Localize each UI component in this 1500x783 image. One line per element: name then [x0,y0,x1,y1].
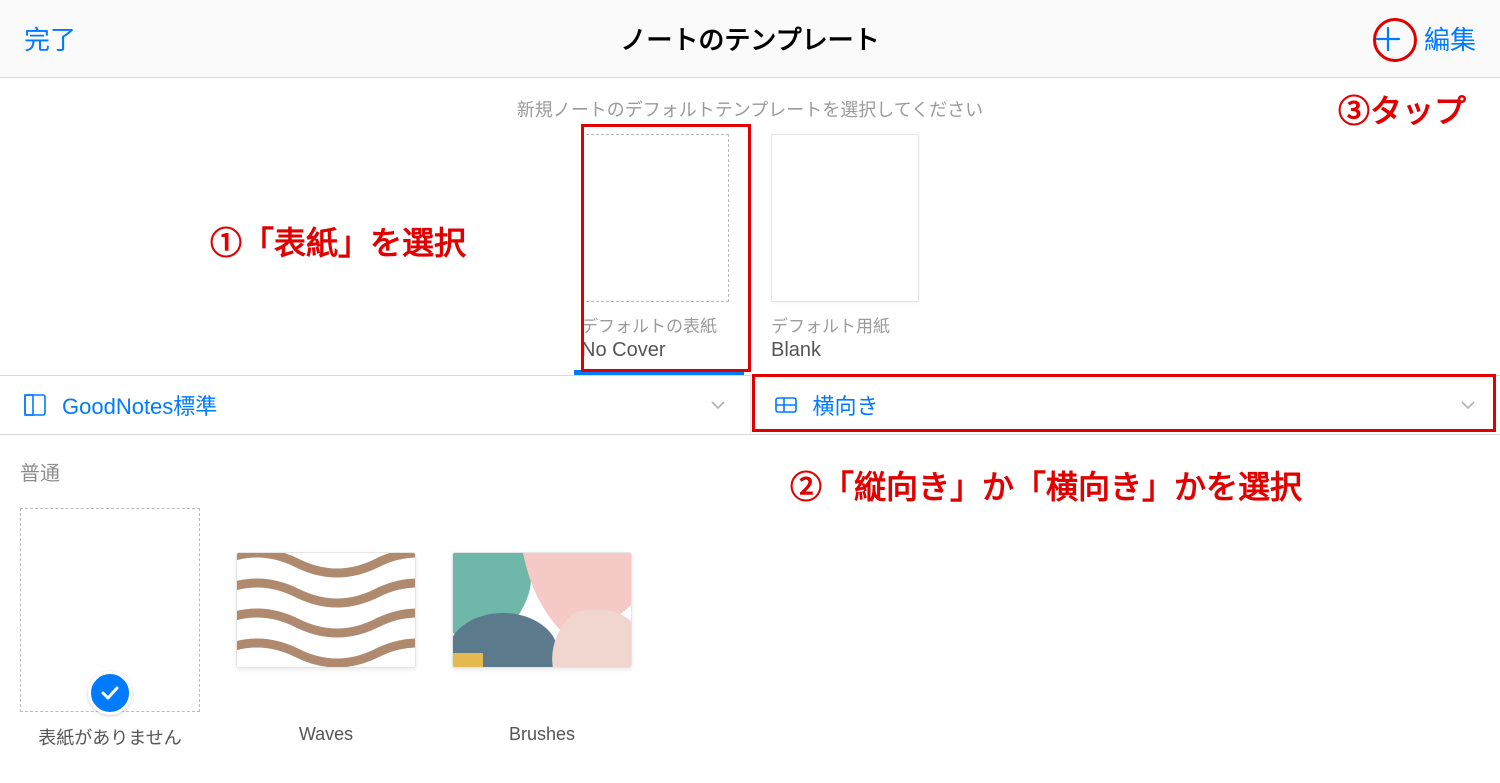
default-cover-card[interactable]: デフォルトの表紙 No Cover [574,134,736,375]
chevron-down-icon [708,395,728,415]
filter-bar: GoodNotes標準 横向き [0,375,1500,435]
paper-sublabel: デフォルト用紙 [764,312,926,337]
waves-preview [237,553,416,668]
library-filter-label: GoodNotes標準 [62,389,217,421]
template-item-waves[interactable]: Waves [236,508,416,750]
library-filter[interactable]: GoodNotes標準 [0,376,750,434]
paper-label: Blank [764,339,926,362]
plus-icon [1372,23,1404,55]
chevron-down-icon [1458,395,1478,415]
edit-button[interactable]: 編集 [1424,20,1476,57]
brushes-preview [453,553,632,668]
library-icon [22,392,48,418]
template-label: Waves [236,724,416,745]
header: 完了 ノートのテンプレート 編集 [0,0,1500,78]
section-subtitle: 新規ノートのデフォルトテンプレートを選択してください [0,96,1500,122]
default-templates-section: 新規ノートのデフォルトテンプレートを選択してください デフォルトの表紙 No C… [0,78,1500,375]
template-category: 普通 表紙がありません [0,435,1500,750]
category-title: 普通 [20,457,1480,486]
template-thumbnail [236,508,416,712]
active-indicator [574,370,744,375]
template-thumbnail [20,508,200,712]
template-item-none[interactable]: 表紙がありません [20,508,200,750]
default-paper-card[interactable]: デフォルト用紙 Blank [764,134,926,375]
cover-sublabel: デフォルトの表紙 [574,312,736,337]
check-icon [99,682,121,704]
template-label: Brushes [452,724,632,745]
template-item-brushes[interactable]: Brushes [452,508,632,750]
paper-thumbnail [771,134,919,302]
orientation-filter[interactable]: 横向き [750,376,1500,434]
selected-badge [88,671,132,715]
orientation-icon [773,392,799,418]
add-button[interactable] [1370,21,1406,57]
orientation-filter-label: 横向き [813,389,879,421]
cover-thumbnail [581,134,729,302]
done-button[interactable]: 完了 [24,25,76,55]
page-title: ノートのテンプレート [620,25,879,55]
template-thumbnail [452,508,632,712]
template-label: 表紙がありません [20,724,200,750]
cover-label: No Cover [574,339,736,362]
